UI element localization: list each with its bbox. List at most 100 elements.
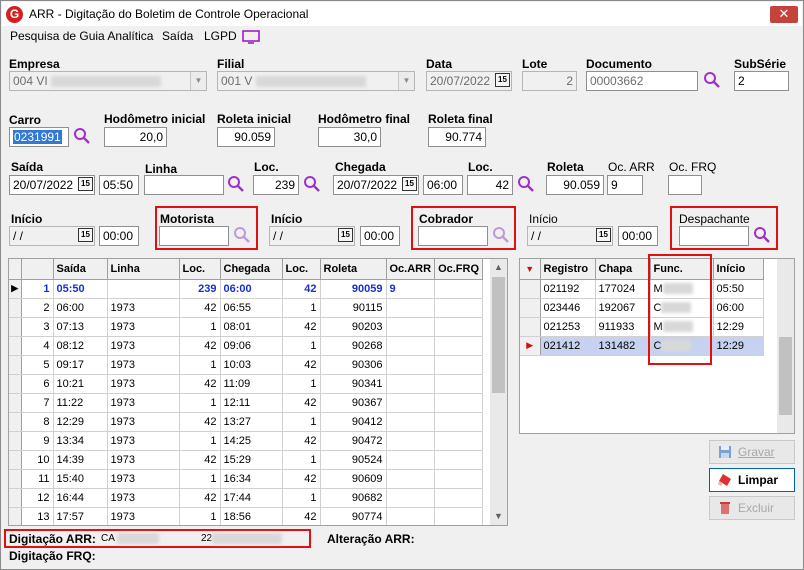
inicio-cobrador-time[interactable]: 00:00 xyxy=(360,226,400,246)
registro-cell[interactable]: 021192 xyxy=(540,279,596,299)
row-number[interactable]: 12 xyxy=(21,488,54,508)
row-number[interactable]: 10 xyxy=(21,450,54,470)
scroll-thumb[interactable] xyxy=(779,337,792,415)
loc-chegada-cell[interactable]: 1 xyxy=(282,412,321,432)
loc-saida-cell[interactable]: 42 xyxy=(179,336,221,356)
loc-saida-input[interactable]: 239 xyxy=(253,175,299,195)
col-loc-chegada[interactable]: Loc. xyxy=(282,259,321,280)
linha-cell[interactable]: 1973 xyxy=(107,488,180,508)
crew-header-indicator[interactable]: ▼ xyxy=(520,259,541,280)
col-oc-arr[interactable]: Oc.ARR xyxy=(386,259,436,280)
saida-cell[interactable]: 05:50 xyxy=(53,279,108,299)
oc-arr-cell[interactable] xyxy=(386,298,436,318)
search-icon[interactable] xyxy=(703,71,721,89)
loc-chegada-cell[interactable]: 1 xyxy=(282,336,321,356)
oc-arr-cell[interactable] xyxy=(386,355,436,375)
oc-arr-cell[interactable] xyxy=(386,412,436,432)
roleta-cell[interactable]: 90472 xyxy=(320,431,387,451)
calendar-icon[interactable]: 15 xyxy=(402,177,417,191)
table-row[interactable]: 9 13:34 1973 1 14:25 42 90472 xyxy=(9,431,484,451)
scroll-down-icon[interactable]: ▼ xyxy=(490,508,507,525)
chegada-cell[interactable]: 09:06 xyxy=(220,336,283,356)
linha-cell[interactable]: 1973 xyxy=(107,469,180,489)
oc-frq-cell[interactable] xyxy=(434,393,484,413)
oc-frq-cell[interactable] xyxy=(434,450,484,470)
documento-input[interactable]: 00003662 xyxy=(586,71,698,91)
calendar-icon[interactable]: 15 xyxy=(78,228,93,242)
col-loc-saida[interactable]: Loc. xyxy=(179,259,221,280)
chegada-cell[interactable]: 12:11 xyxy=(220,393,283,413)
chegada-cell[interactable]: 11:09 xyxy=(220,374,283,394)
current-row-arrow-icon[interactable]: ▶ xyxy=(9,279,22,299)
roleta-cell[interactable]: 90268 xyxy=(320,336,387,356)
menu-lgpd[interactable]: LGPD xyxy=(204,29,237,43)
table-row[interactable]: 8 12:29 1973 42 13:27 1 90412 xyxy=(9,412,484,432)
table-row[interactable]: 023446 192067 C 06:00 xyxy=(520,298,764,318)
loc-saida-cell[interactable]: 42 xyxy=(179,412,221,432)
chegada-cell[interactable]: 08:01 xyxy=(220,317,283,337)
trips-scrollbar[interactable]: ▲ ▼ xyxy=(490,259,507,525)
oc-arr-cell[interactable] xyxy=(386,488,436,508)
loc-chegada-cell[interactable]: 42 xyxy=(282,317,321,337)
table-row[interactable]: 4 08:12 1973 42 09:06 1 90268 xyxy=(9,336,484,356)
row-indicator[interactable] xyxy=(9,469,22,489)
table-row[interactable]: 6 10:21 1973 42 11:09 1 90341 xyxy=(9,374,484,394)
row-indicator[interactable] xyxy=(9,450,22,470)
table-row[interactable]: 021192 177024 M 05:50 xyxy=(520,279,764,299)
chapa-cell[interactable]: 131482 xyxy=(595,336,651,356)
calendar-icon[interactable]: 15 xyxy=(495,73,510,87)
registro-cell[interactable]: 021412 xyxy=(540,336,596,356)
calendar-icon[interactable]: 15 xyxy=(338,228,353,242)
search-icon[interactable] xyxy=(227,175,245,193)
loc-saida-cell[interactable]: 1 xyxy=(179,431,221,451)
loc-saida-cell[interactable]: 1 xyxy=(179,317,221,337)
close-button[interactable]: ✕ xyxy=(770,6,798,23)
linha-cell[interactable]: 1973 xyxy=(107,317,180,337)
chegada-cell[interactable]: 15:29 xyxy=(220,450,283,470)
col-linha[interactable]: Linha xyxy=(107,259,180,280)
limpar-button[interactable]: Limpar xyxy=(709,468,795,492)
table-row[interactable]: 12 16:44 1973 42 17:44 1 90682 xyxy=(9,488,484,508)
roleta-cell[interactable]: 90367 xyxy=(320,393,387,413)
loc-chegada-cell[interactable]: 42 xyxy=(282,431,321,451)
carro-input[interactable]: 0231991 xyxy=(9,127,69,147)
row-number[interactable]: 5 xyxy=(21,355,54,375)
inicio-motorista-time[interactable]: 00:00 xyxy=(99,226,139,246)
loc-chegada-cell[interactable]: 42 xyxy=(282,279,321,299)
inicio-cell[interactable]: 12:29 xyxy=(713,317,764,337)
row-number[interactable]: 7 xyxy=(21,393,54,413)
roleta-cell[interactable]: 90524 xyxy=(320,450,387,470)
row-number[interactable]: 6 xyxy=(21,374,54,394)
roleta-final-input[interactable]: 90.774 xyxy=(428,127,486,147)
chevron-down-icon[interactable]: ▼ xyxy=(190,72,206,90)
loc-saida-cell[interactable]: 1 xyxy=(179,507,221,525)
chegada-cell[interactable]: 18:56 xyxy=(220,507,283,525)
oc-frq-cell[interactable] xyxy=(434,469,484,489)
loc-saida-cell[interactable]: 42 xyxy=(179,298,221,318)
col-inicio[interactable]: Início xyxy=(713,259,764,280)
saida-time-input[interactable]: 05:50 xyxy=(99,175,139,195)
chapa-cell[interactable]: 192067 xyxy=(595,298,651,318)
calendar-icon[interactable]: 15 xyxy=(596,228,611,242)
oc-frq-cell[interactable] xyxy=(434,431,484,451)
despachante-input[interactable] xyxy=(679,226,749,246)
roleta-cell[interactable]: 90412 xyxy=(320,412,387,432)
row-indicator[interactable] xyxy=(9,355,22,375)
loc-saida-cell[interactable]: 42 xyxy=(179,374,221,394)
chegada-cell[interactable]: 16:34 xyxy=(220,469,283,489)
chegada-cell[interactable]: 06:00 xyxy=(220,279,283,299)
loc-chegada-input[interactable]: 42 xyxy=(467,175,513,195)
linha-cell[interactable]: 1973 xyxy=(107,298,180,318)
oc-frq-cell[interactable] xyxy=(434,412,484,432)
linha-cell[interactable]: 1973 xyxy=(107,450,180,470)
row-number[interactable]: 1 xyxy=(21,279,54,299)
registro-cell[interactable]: 021253 xyxy=(540,317,596,337)
loc-saida-cell[interactable]: 1 xyxy=(179,393,221,413)
inicio-cell[interactable]: 05:50 xyxy=(713,279,764,299)
row-indicator[interactable] xyxy=(9,507,22,525)
row-indicator[interactable] xyxy=(9,317,22,337)
table-row[interactable]: 3 07:13 1973 1 08:01 42 90203 xyxy=(9,317,484,337)
loc-chegada-cell[interactable]: 1 xyxy=(282,488,321,508)
search-icon[interactable] xyxy=(753,226,771,244)
loc-saida-cell[interactable]: 1 xyxy=(179,469,221,489)
